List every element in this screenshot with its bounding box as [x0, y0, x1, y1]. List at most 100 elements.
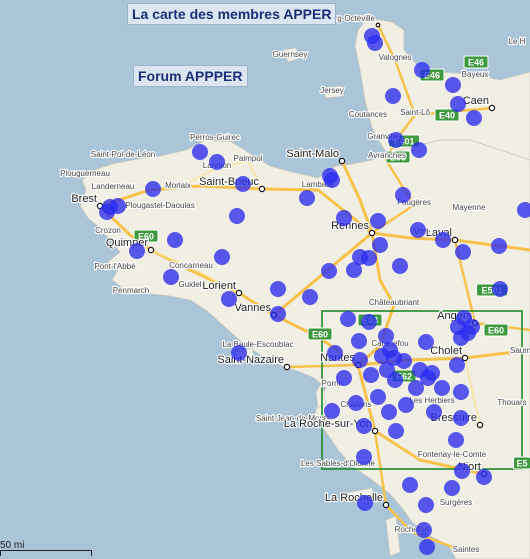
member-marker[interactable] [476, 469, 492, 485]
member-marker[interactable] [327, 345, 343, 361]
member-marker[interactable] [418, 334, 434, 350]
route-label: E5 [516, 459, 527, 469]
member-marker[interactable] [231, 345, 247, 361]
member-marker[interactable] [324, 403, 340, 419]
member-marker[interactable] [192, 144, 208, 160]
member-marker[interactable] [214, 249, 230, 265]
place-label-landerneau: Landerneau [92, 182, 135, 191]
member-marker[interactable] [229, 208, 245, 224]
member-marker[interactable] [352, 352, 368, 368]
place-label-fontenay-le-comte: Fontenay-le-Comte [418, 450, 487, 459]
member-marker[interactable] [450, 96, 466, 112]
member-marker[interactable] [455, 244, 471, 260]
forum-link[interactable]: Forum APPPER [133, 65, 248, 87]
member-marker[interactable] [453, 330, 469, 346]
member-marker[interactable] [395, 187, 411, 203]
member-marker[interactable] [270, 306, 286, 322]
place-label-saint-lo: Saint-Lô [400, 108, 430, 117]
member-marker[interactable] [99, 204, 115, 220]
place-label-paimpol: Paimpol [234, 154, 263, 163]
member-marker[interactable] [466, 110, 482, 126]
place-label-plougastel-daoulas: Plougastel-Daoulas [125, 201, 194, 210]
member-marker[interactable] [381, 404, 397, 420]
member-marker[interactable] [357, 495, 373, 511]
member-marker[interactable] [129, 243, 145, 259]
member-marker[interactable] [491, 238, 507, 254]
member-marker[interactable] [372, 237, 388, 253]
member-marker[interactable] [398, 397, 414, 413]
place-label-avranches: Avranches [368, 151, 406, 160]
member-marker[interactable] [370, 389, 386, 405]
member-marker[interactable] [426, 404, 442, 420]
place-label-coutances: Coutances [349, 110, 387, 119]
member-marker[interactable] [361, 314, 377, 330]
member-marker[interactable] [163, 269, 179, 285]
member-marker[interactable] [418, 497, 434, 513]
place-label-guidel: Guidel [178, 280, 201, 289]
place-label-bayeux: Bayeux [462, 70, 489, 79]
member-marker[interactable] [448, 432, 464, 448]
member-marker[interactable] [145, 181, 161, 197]
member-marker[interactable] [454, 463, 470, 479]
member-marker[interactable] [453, 410, 469, 426]
member-marker[interactable] [302, 289, 318, 305]
member-marker[interactable] [388, 423, 404, 439]
member-marker[interactable] [492, 281, 508, 297]
place-label-valognes: Valognes [379, 53, 412, 62]
map-title-link[interactable]: La carte des membres APPER [127, 3, 337, 25]
member-marker[interactable] [444, 480, 460, 496]
member-marker[interactable] [351, 333, 367, 349]
member-marker[interactable] [419, 539, 435, 555]
member-marker[interactable] [221, 291, 237, 307]
member-marker[interactable] [388, 132, 404, 148]
city-dot-caen [488, 104, 496, 112]
place-label-lorient: Lorient [202, 280, 236, 292]
member-marker[interactable] [416, 522, 432, 538]
member-marker[interactable] [167, 232, 183, 248]
place-label-caen: Caen [463, 95, 489, 107]
member-marker[interactable] [449, 357, 465, 373]
member-marker[interactable] [363, 367, 379, 383]
city-dot-la-rochelle [382, 501, 390, 509]
member-marker[interactable] [392, 258, 408, 274]
member-marker[interactable] [453, 384, 469, 400]
member-marker[interactable] [336, 370, 352, 386]
member-marker[interactable] [402, 477, 418, 493]
member-marker[interactable] [367, 35, 383, 51]
member-marker[interactable] [445, 77, 461, 93]
member-marker[interactable] [270, 281, 286, 297]
member-marker[interactable] [410, 222, 426, 238]
place-label-perros-guirec: Perros-Guirec [190, 133, 240, 142]
place-label-les-herbiers: Les Herbiers [409, 396, 454, 405]
member-marker[interactable] [414, 62, 430, 78]
place-label-jersey: Jersey [320, 86, 344, 95]
member-marker[interactable] [356, 449, 372, 465]
member-marker[interactable] [385, 88, 401, 104]
place-label-le-h: Le H [509, 37, 526, 46]
map-canvas[interactable]: E46E46E401E03E60E501E03E60E60E62E5E40 Ch… [0, 0, 530, 559]
member-marker[interactable] [346, 262, 362, 278]
member-marker[interactable] [408, 380, 424, 396]
member-marker[interactable] [235, 176, 251, 192]
member-marker[interactable] [321, 263, 337, 279]
member-marker[interactable] [324, 172, 340, 188]
member-marker[interactable] [396, 353, 412, 369]
member-marker[interactable] [299, 190, 315, 206]
city-dot-rennes [368, 229, 376, 237]
member-marker[interactable] [356, 418, 372, 434]
member-marker[interactable] [434, 380, 450, 396]
route-label: E60 [488, 326, 504, 336]
member-marker[interactable] [361, 250, 377, 266]
member-marker[interactable] [340, 311, 356, 327]
member-marker[interactable] [336, 210, 352, 226]
member-marker[interactable] [348, 395, 364, 411]
member-marker[interactable] [435, 232, 451, 248]
city-dot-cherbourg-octeville [375, 22, 381, 28]
member-marker[interactable] [378, 328, 394, 344]
member-marker[interactable] [411, 142, 427, 158]
place-label-crozon: Crozon [95, 226, 121, 235]
member-marker[interactable] [370, 213, 386, 229]
member-marker[interactable] [209, 154, 225, 170]
member-marker[interactable] [387, 372, 403, 388]
route-label: E40 [439, 111, 455, 121]
